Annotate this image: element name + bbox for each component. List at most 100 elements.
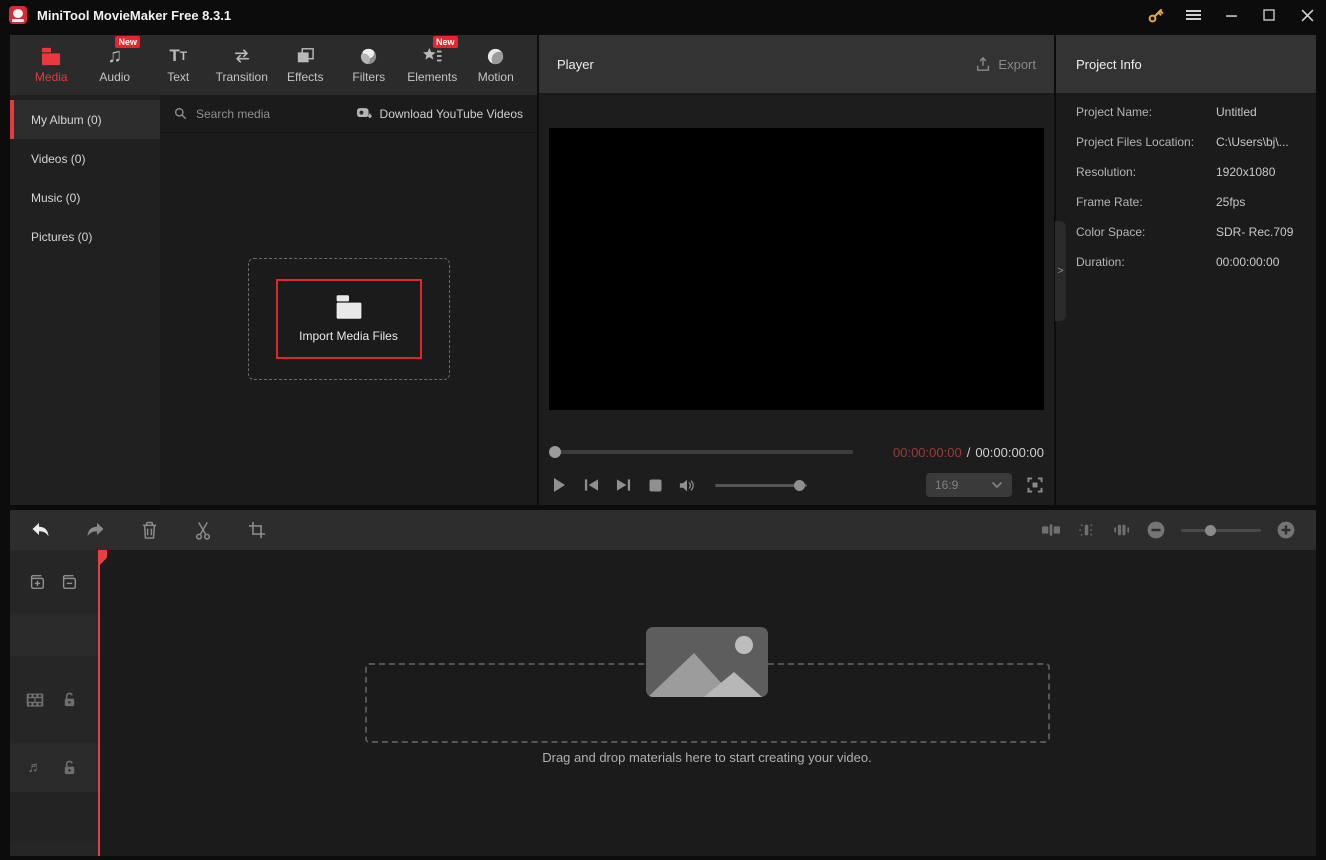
key-icon[interactable] (1136, 0, 1174, 30)
tab-audio[interactable]: New ♫ Audio (88, 39, 143, 91)
minimize-icon[interactable] (1212, 0, 1250, 30)
project-info-row: Project Name: Untitled (1056, 97, 1316, 127)
tab-text[interactable]: TT Text (151, 39, 206, 91)
new-badge: New (433, 36, 458, 48)
effects-icon (295, 46, 315, 66)
tab-label: Audio (99, 70, 130, 84)
fullscreen-icon[interactable] (1026, 476, 1044, 494)
remove-track-icon[interactable] (60, 573, 78, 591)
elements-star-icon (422, 46, 443, 66)
project-info-row: Duration: 00:00:00:00 (1056, 247, 1316, 277)
titlebar: MiniTool MovieMaker Free 8.3.1 (0, 0, 1326, 30)
transition-arrows-icon (231, 46, 253, 66)
tab-label: Media (35, 70, 68, 84)
add-track-icon[interactable] (28, 573, 46, 591)
next-frame-button[interactable] (615, 477, 631, 493)
project-info-row: Frame Rate: 25fps (1056, 187, 1316, 217)
aspect-ratio-select[interactable]: 16:9 (926, 473, 1012, 497)
menu-icon[interactable] (1174, 0, 1212, 30)
maximize-icon[interactable] (1250, 0, 1288, 30)
info-label: Project Files Location: (1076, 135, 1216, 149)
insert-clip-icon[interactable] (1041, 520, 1061, 540)
time-separator: / (967, 445, 971, 460)
info-value: Untitled (1216, 105, 1257, 119)
volume-icon[interactable] (679, 477, 695, 493)
project-info-header: Project Info (1056, 35, 1316, 95)
waveform-fit-icon[interactable] (1111, 520, 1131, 540)
tab-effects[interactable]: Effects (278, 39, 333, 91)
tab-label: Text (167, 70, 189, 84)
video-preview-screen[interactable] (549, 128, 1044, 410)
sidebar-item-my-album[interactable]: My Album (0) (10, 100, 160, 139)
video-track-icon (26, 691, 44, 709)
chevron-down-icon (991, 481, 1003, 489)
sidebar-item-pictures[interactable]: Pictures (0) (10, 217, 160, 256)
panel-collapse-handle[interactable]: > (1055, 221, 1066, 321)
music-note-icon: ♫ (107, 46, 122, 66)
crop-icon[interactable] (246, 519, 268, 541)
tab-motion[interactable]: Motion (469, 39, 524, 91)
tab-filters[interactable]: Filters (342, 39, 397, 91)
seek-row: 00:00:00:00/00:00:00:00 (549, 444, 1044, 460)
player-title: Player (557, 57, 594, 72)
project-info-row: Project Files Location: C:\Users\bj\... (1056, 127, 1316, 157)
stop-button[interactable] (647, 477, 663, 493)
track-header-column: ♬ (10, 550, 98, 856)
main-tabbar: Media New ♫ Audio TT Text Transition (10, 35, 537, 95)
import-media-files-label: Import Media Files (299, 329, 398, 343)
playhead-handle[interactable] (98, 550, 107, 565)
unlock-icon[interactable] (60, 759, 78, 777)
total-time: 00:00:00:00 (975, 445, 1044, 460)
close-icon[interactable] (1288, 0, 1326, 30)
split-scissors-icon[interactable] (192, 519, 214, 541)
timeline-zoom-controls (1041, 520, 1296, 540)
snap-icon[interactable] (1076, 520, 1096, 540)
drop-hint-text: Drag and drop materials here to start cr… (98, 750, 1316, 765)
undo-icon[interactable] (30, 519, 52, 541)
app-window: MiniTool MovieMaker Free 8.3.1 (0, 0, 1326, 860)
album-sidebar: My Album (0) Videos (0) Music (0) Pictur… (10, 95, 160, 505)
search-input[interactable] (194, 106, 328, 122)
tab-elements[interactable]: New Elements (405, 39, 460, 91)
project-info-row: Resolution: 1920x1080 (1056, 157, 1316, 187)
play-button[interactable] (551, 477, 567, 493)
aspect-ratio-value: 16:9 (935, 478, 958, 492)
timeline-zoom-slider[interactable] (1181, 529, 1261, 532)
tab-label: Motion (478, 70, 514, 84)
seek-handle[interactable] (549, 446, 561, 458)
sidebar-item-music[interactable]: Music (0) (10, 178, 160, 217)
seek-bar[interactable] (551, 450, 853, 454)
playback-controls: 16:9 (551, 472, 1044, 498)
previous-frame-button[interactable] (583, 477, 599, 493)
timeline: ♬ Drag and drop materials here to start … (10, 550, 1316, 856)
sidebar-item-videos[interactable]: Videos (0) (10, 139, 160, 178)
timeline-zoom-handle[interactable] (1205, 525, 1216, 536)
info-value: 00:00:00:00 (1216, 255, 1279, 269)
delete-icon[interactable] (138, 519, 160, 541)
extra-track-row (10, 841, 98, 856)
redo-icon[interactable] (84, 519, 106, 541)
media-area: Download YouTube Videos Import Media Fil… (160, 95, 537, 505)
tab-transition[interactable]: Transition (215, 39, 270, 91)
motion-icon (486, 46, 505, 66)
volume-slider[interactable] (715, 484, 807, 487)
import-media-files-button[interactable]: Import Media Files (276, 279, 422, 359)
filters-icon (359, 46, 378, 66)
timeline-toolbar (10, 510, 1316, 550)
media-search-row: Download YouTube Videos (160, 95, 537, 133)
download-youtube-button[interactable]: Download YouTube Videos (357, 107, 523, 121)
project-info-row: Color Space: SDR- Rec.709 (1056, 217, 1316, 247)
unlock-icon[interactable] (60, 691, 78, 709)
volume-handle[interactable] (794, 480, 805, 491)
export-button[interactable]: Export (975, 56, 1036, 72)
zoom-in-icon[interactable] (1276, 520, 1296, 540)
image-placeholder-icon (646, 627, 768, 697)
project-info-title: Project Info (1076, 57, 1142, 72)
audio-track-icon: ♬ (26, 759, 44, 777)
zoom-out-icon[interactable] (1146, 520, 1166, 540)
app-logo-icon (9, 6, 27, 24)
download-youtube-label: Download YouTube Videos (380, 107, 523, 121)
import-drop-area: Import Media Files (248, 258, 450, 380)
tab-media[interactable]: Media (24, 39, 79, 91)
info-value: SDR- Rec.709 (1216, 225, 1293, 239)
